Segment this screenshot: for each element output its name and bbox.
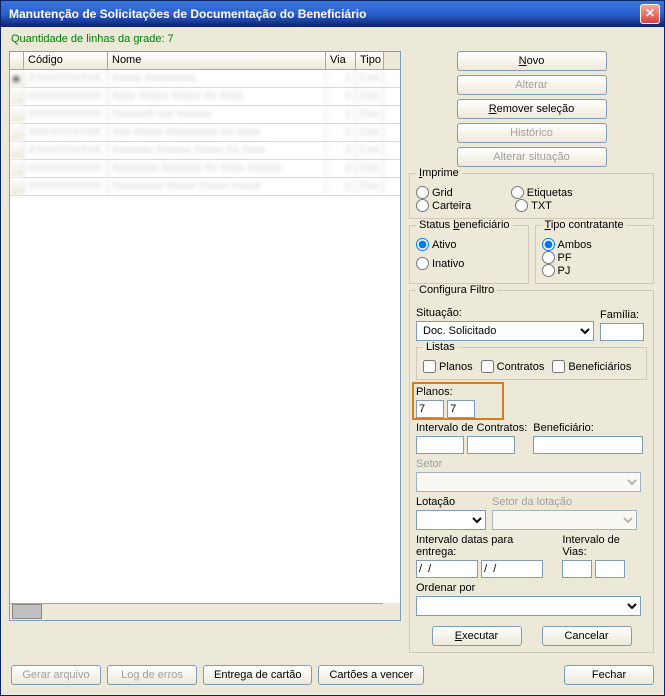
radio-pj[interactable]: PJ <box>542 264 648 277</box>
situacao-label: Situação: <box>416 307 594 319</box>
fechar-button[interactable]: Fechar <box>564 665 654 685</box>
familia-label: Família: <box>600 309 644 321</box>
vias-to-input[interactable] <box>595 560 625 578</box>
familia-input[interactable] <box>600 323 644 341</box>
beneficiario-label: Beneficiário: <box>533 422 643 434</box>
setor-lotacao-select <box>492 510 637 530</box>
table-row[interactable]: XXXXXXXXXXXxxxxxX xxx Xxxxxx1Cxx <box>10 106 400 124</box>
radio-ativo[interactable]: Ativo <box>416 238 522 251</box>
beneficiario-input[interactable] <box>533 436 643 454</box>
vias-label: Intervalo de Vias: <box>562 534 647 558</box>
table-row[interactable]: XXXXXXXXXXXxxxxxx Xxxxxx Xxxxx Xx Xxxx2C… <box>10 142 400 160</box>
grid-header: Código Nome Via Tipo <box>10 52 400 70</box>
check-contratos[interactable]: Contratos <box>481 360 545 373</box>
alterar-button: Alterar <box>457 75 607 95</box>
executar-button[interactable]: Executar <box>432 626 522 646</box>
tipo-contratante-group: Tipo contratante Ambos PF PJ <box>535 225 655 284</box>
window-title: Manutenção de Solicitações de Documentaç… <box>9 7 366 21</box>
check-beneficiarios[interactable]: Beneficiários <box>552 360 631 373</box>
table-row[interactable]: XXXXXXXXXXXxxx Xxxxx Xxxxx Xx Xxxx1Cxx <box>10 88 400 106</box>
data-from-input[interactable] <box>416 560 478 578</box>
radio-etiquetas[interactable]: Etiquetas <box>511 186 573 199</box>
check-planos[interactable]: Planos <box>423 360 473 373</box>
data-to-input[interactable] <box>481 560 543 578</box>
cancelar-button[interactable]: Cancelar <box>542 626 632 646</box>
status-group: Status beneficiário Ativo Inativo <box>409 225 529 284</box>
table-row[interactable]: XXXXXXXXXXXxxxxxxxx Xxxxx Xxxxx Xxxxx2Cx… <box>10 178 400 196</box>
ordenar-select[interactable] <box>416 596 641 616</box>
setor-lotacao-label: Setor da lotação <box>492 496 637 508</box>
radio-ambos[interactable]: Ambos <box>542 238 648 251</box>
table-row[interactable]: XXXXXXXXXXXxxxxxxx Xxxxxxx Xx Xxxx Xxxxx… <box>10 160 400 178</box>
horizontal-scrollbar[interactable] <box>10 603 383 620</box>
alterar-situacao-button: Alterar situação <box>457 147 607 167</box>
radio-txt[interactable]: TXT <box>515 199 552 212</box>
row-count-label: Quantidade de linhas da grade: 7 <box>1 27 664 51</box>
contratos-to-input[interactable] <box>467 436 515 454</box>
setor-label: Setor <box>416 458 647 470</box>
table-row[interactable]: XXXXXXXXXXXxx Xxxxx Xxxxxxxxx Xx Xxxx2Cx… <box>10 124 400 142</box>
log-erros-button: Log de erros <box>107 665 197 685</box>
radio-grid[interactable]: Grid <box>416 186 453 199</box>
close-icon[interactable]: ✕ <box>640 4 660 24</box>
cartoes-vencer-button[interactable]: Cartões a vencer <box>318 665 424 685</box>
datas-label: Intervalo datas para entrega: <box>416 534 556 558</box>
lotacao-select[interactable] <box>416 510 486 530</box>
novo-button[interactable]: Novo <box>457 51 607 71</box>
vias-from-input[interactable] <box>562 560 592 578</box>
col-via[interactable]: Via <box>326 52 356 69</box>
situacao-select[interactable]: Doc. Solicitado <box>416 321 594 341</box>
title-bar: Manutenção de Solicitações de Documentaç… <box>1 1 664 27</box>
planos-label: Planos: <box>416 386 647 398</box>
gerar-arquivo-button: Gerar arquivo <box>11 665 101 685</box>
planos-to-input[interactable] <box>447 400 475 418</box>
contratos-label: Intervalo de Contratos: <box>416 422 527 434</box>
table-row[interactable]: XXXXXXXXXXXxxxx Xxxxxxxxx1Cxx <box>10 70 400 88</box>
radio-inativo[interactable]: Inativo <box>416 257 522 270</box>
entrega-cartao-button[interactable]: Entrega de cartão <box>203 665 312 685</box>
historico-button: Histórico <box>457 123 607 143</box>
remover-button[interactable]: Remover seleção <box>457 99 607 119</box>
planos-from-input[interactable] <box>416 400 444 418</box>
col-codigo[interactable]: Código <box>24 52 108 69</box>
listas-group: Listas Planos Contratos Beneficiários <box>416 347 647 380</box>
configura-filtro-group: Configura Filtro Situação: Doc. Solicita… <box>409 290 654 653</box>
radio-pf[interactable]: PF <box>542 251 648 264</box>
setor-select <box>416 472 641 492</box>
imprime-group: Imprime Grid Etiquetas Carteira TXT <box>409 173 654 219</box>
radio-carteira[interactable]: Carteira <box>416 199 471 212</box>
ordenar-label: Ordenar por <box>416 582 647 594</box>
col-nome[interactable]: Nome <box>108 52 326 69</box>
lotacao-label: Lotação <box>416 496 486 508</box>
data-grid[interactable]: Código Nome Via Tipo XXXXXXXXXXXxxxx Xxx… <box>9 51 401 621</box>
contratos-from-input[interactable] <box>416 436 464 454</box>
col-tipo[interactable]: Tipo <box>356 52 384 69</box>
